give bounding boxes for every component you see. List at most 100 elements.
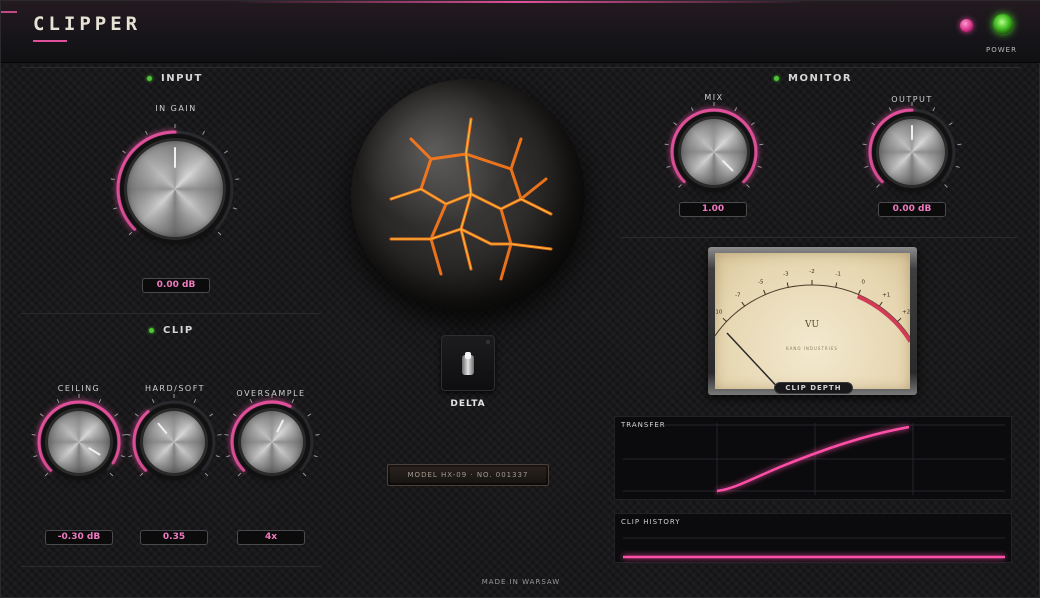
- knob-tick: [307, 413, 312, 417]
- knob-tick: [56, 399, 60, 404]
- in-gain-knob[interactable]: [105, 119, 245, 259]
- clip-history-title: CLIP HISTORY: [621, 518, 681, 526]
- clip-title-text: CLIP: [163, 325, 194, 336]
- hard-soft-knob[interactable]: [126, 394, 222, 487]
- vu-tick: [741, 301, 746, 307]
- knob-tick: [734, 107, 738, 112]
- delta-toggle-button[interactable]: [441, 335, 495, 391]
- lava-cracks: [389, 117, 553, 281]
- mix-knob[interactable]: [664, 102, 764, 199]
- status-led-icon: [960, 19, 973, 32]
- transfer-title: TRANSFER: [621, 421, 666, 429]
- knob-tick: [215, 455, 220, 458]
- knob-tick: [888, 107, 892, 112]
- knob-tick: [226, 455, 231, 458]
- vu-tick-label: -5: [758, 280, 764, 286]
- divider: [21, 313, 321, 314]
- mix-value[interactable]: 1.00: [679, 202, 747, 217]
- toggle-switch-icon: [462, 352, 474, 375]
- vu-tick: [897, 317, 902, 322]
- knob-tick: [128, 455, 133, 458]
- knob-tick: [746, 184, 750, 188]
- lava-sphere-visual: [351, 79, 585, 313]
- vu-tick-label: -1: [835, 272, 840, 278]
- in-gain-label: IN GAIN: [155, 104, 197, 113]
- model-plate: MODEL HX-09 · NO. 001337: [387, 464, 549, 486]
- footer-text: MADE IN WARSAW: [481, 578, 561, 586]
- vu-tick-label: -7: [735, 292, 741, 298]
- knob-tick: [98, 399, 102, 404]
- vu-tick-label: -3: [783, 272, 789, 278]
- knob-tick: [235, 178, 240, 180]
- knob-tick: [128, 231, 133, 236]
- knob-tick: [113, 207, 118, 210]
- vu-tick-label: 0: [861, 280, 865, 286]
- oversample-knob[interactable]: [224, 394, 320, 487]
- knob-tick: [204, 472, 209, 477]
- knob-tick: [249, 399, 253, 404]
- plugin-title: CLIPPER: [33, 13, 142, 35]
- knob-tick: [139, 472, 144, 477]
- divider: [621, 237, 1017, 238]
- vu-tick-label: +1: [882, 292, 890, 298]
- knob-tick: [862, 143, 867, 146]
- knob-tick: [291, 399, 295, 404]
- output-value[interactable]: 0.00 dB: [878, 202, 946, 217]
- knob-tick: [673, 122, 678, 126]
- knob-tick: [302, 472, 307, 477]
- knob-tick: [224, 150, 228, 154]
- hard-soft-value[interactable]: 0.35: [140, 530, 208, 545]
- output-knob[interactable]: [862, 102, 962, 199]
- divider: [21, 566, 321, 567]
- mix-label: MIX: [704, 93, 724, 102]
- knob-tick: [126, 433, 131, 436]
- vu-tick-label: -10: [715, 309, 723, 315]
- knob-tick: [237, 472, 242, 477]
- ceiling-value[interactable]: -0.30 dB: [45, 530, 113, 545]
- in-gain-value[interactable]: 0.00 dB: [142, 278, 210, 293]
- vu-scale: -20-10-7-5-3-2-10+1+2+3VUKANO INDUSTRIES: [715, 269, 910, 389]
- knob-tick: [664, 143, 669, 146]
- delta-label: DELTA: [450, 399, 486, 409]
- knob-tick: [678, 184, 682, 188]
- knob-tick: [122, 433, 127, 436]
- knob-tick: [209, 413, 214, 417]
- knob-tick: [957, 143, 962, 146]
- knob-tick: [122, 150, 126, 154]
- knob-tick: [864, 165, 869, 168]
- clip-history-graph: CLIP HISTORY: [614, 513, 1012, 563]
- input-section-title: INPUT: [147, 73, 203, 84]
- knob-tick: [202, 130, 205, 135]
- knob-cap: [48, 411, 110, 473]
- knob-tick: [224, 433, 229, 436]
- knob-tick: [876, 184, 880, 188]
- ceiling-knob[interactable]: [31, 394, 127, 487]
- knob-tick: [759, 143, 764, 146]
- knob-tick: [145, 130, 148, 135]
- transfer-curve: [623, 423, 1005, 495]
- knob-tick: [315, 433, 320, 436]
- vu-meter: -20-10-7-5-3-2-10+1+2+3VUKANO INDUSTRIES: [715, 253, 910, 389]
- knob-tick: [932, 107, 936, 112]
- knob-tick: [871, 122, 876, 126]
- header-accent: [1, 11, 17, 13]
- title-underline: [33, 40, 67, 42]
- monitor-section-title: MONITOR: [774, 73, 852, 84]
- knob-tick: [31, 433, 36, 436]
- knob-tick: [39, 413, 44, 417]
- knob-tick: [217, 433, 222, 436]
- vu-tick: [786, 282, 789, 288]
- power-button[interactable]: [993, 14, 1013, 34]
- oversample-value[interactable]: 4x: [237, 530, 305, 545]
- knob-cap: [241, 411, 303, 473]
- knob-tick: [757, 165, 762, 168]
- knob-pointer: [911, 125, 913, 140]
- power-label: POWER: [986, 46, 1017, 54]
- vu-unit-label: VU: [804, 320, 819, 330]
- knob-tick: [134, 413, 139, 417]
- knob-tick: [33, 455, 38, 458]
- knob-tick: [151, 399, 155, 404]
- knob-tick: [114, 413, 119, 417]
- vu-maker-label: KANO INDUSTRIES: [786, 346, 838, 351]
- vu-tick: [763, 289, 766, 295]
